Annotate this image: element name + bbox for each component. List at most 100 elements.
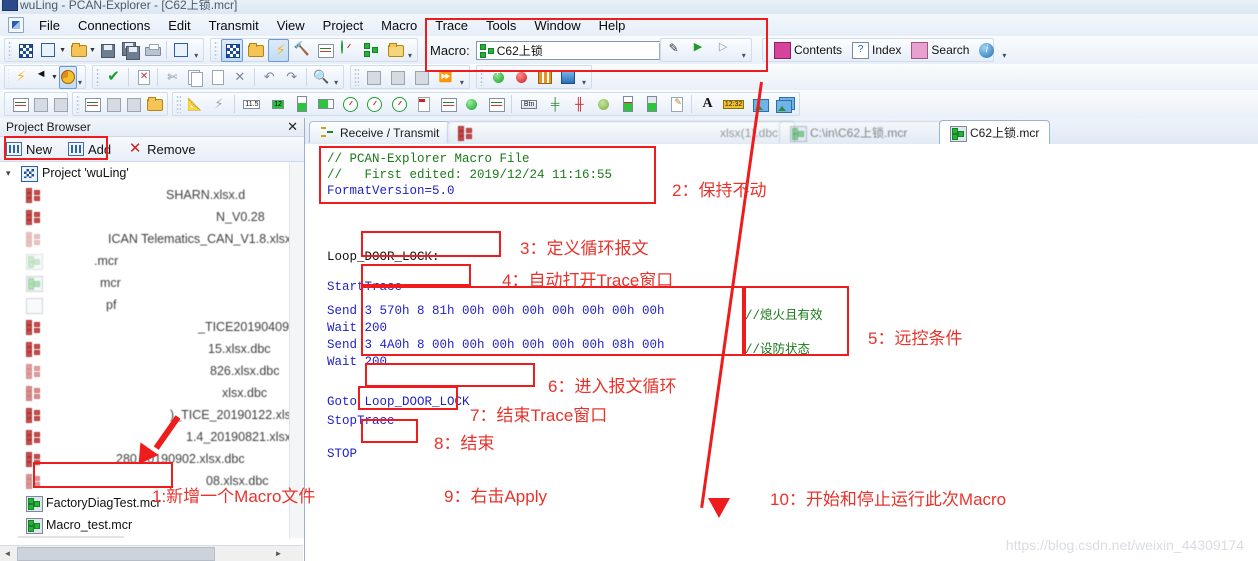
chart-line-icon[interactable]	[11, 93, 29, 116]
start-macro-icon[interactable]	[487, 66, 508, 89]
new-button[interactable]: New	[6, 142, 52, 157]
help-index-button[interactable]: ? Index	[852, 41, 901, 59]
redo-icon[interactable]: ↷	[281, 66, 302, 89]
chart-grid-icon[interactable]	[51, 93, 69, 116]
print-icon[interactable]	[142, 39, 162, 62]
build-icon[interactable]: 🔨	[291, 39, 312, 62]
plot-scatter2-icon[interactable]	[103, 93, 122, 116]
list-item[interactable]: pf	[18, 294, 116, 316]
thermometer-icon[interactable]	[617, 93, 639, 116]
toolbar-overflow-chevron[interactable]: ▾	[739, 40, 748, 60]
button-icon[interactable]: Btn	[516, 93, 542, 116]
transmit-icon[interactable]: ⚡	[267, 38, 290, 62]
step-back-icon[interactable]: ◄	[32, 66, 50, 89]
text-label-icon[interactable]: A	[696, 93, 718, 116]
menu-item-file[interactable]: File	[30, 16, 69, 35]
open-dropdown-icon[interactable]: ▼	[89, 40, 97, 61]
gauge3-icon[interactable]	[388, 93, 410, 116]
application-menu-icon[interactable]	[8, 17, 24, 33]
menu-item-project[interactable]: Project	[314, 16, 372, 35]
connections-icon[interactable]	[221, 38, 243, 62]
bolt2-icon[interactable]: ⚡	[208, 93, 230, 116]
add-button[interactable]: Add	[68, 142, 111, 157]
bit-field2-icon[interactable]: ╫	[568, 93, 590, 116]
lightning-icon[interactable]: ⚡	[12, 66, 30, 89]
led-icon[interactable]	[461, 93, 483, 116]
toolbar-overflow-chevron[interactable]: ▾	[1002, 40, 1006, 60]
menu-item-window[interactable]: Window	[525, 16, 589, 35]
cancel-icon[interactable]: ✕	[133, 66, 154, 89]
tree-item-factorydiagtest[interactable]: FactoryDiagTest.mcr	[18, 492, 161, 514]
symbols-icon[interactable]	[337, 39, 358, 62]
picture-stack-icon[interactable]	[773, 93, 795, 116]
open-folder-icon[interactable]	[67, 39, 87, 62]
list-item[interactable]: .mcr	[18, 250, 118, 272]
step-chart-icon[interactable]	[485, 93, 507, 116]
apply-check-icon[interactable]: ✔	[103, 66, 124, 89]
menu-item-macro[interactable]: Macro	[372, 16, 426, 35]
new-window-icon[interactable]	[38, 39, 58, 62]
timer-icon[interactable]	[58, 65, 77, 89]
help-contents-button[interactable]: Contents	[774, 41, 842, 59]
help-search-button[interactable]: Search	[911, 41, 969, 59]
menu-item-view[interactable]: View	[268, 16, 314, 35]
meter-icon[interactable]	[437, 93, 459, 116]
scroll-right-icon[interactable]: ►	[271, 546, 286, 561]
macro-view-icon[interactable]	[361, 39, 382, 62]
new-window-dropdown-icon[interactable]: ▼	[59, 40, 67, 61]
plot-grid2-icon[interactable]	[124, 93, 143, 116]
list-item[interactable]: 826.xlsx.dbc	[18, 360, 279, 382]
close-icon[interactable]: ✕	[287, 119, 298, 135]
flag-message-icon[interactable]	[386, 66, 408, 89]
toolbar-grip[interactable]	[176, 95, 181, 113]
toolbar-overflow-chevron[interactable]: ▾	[193, 40, 201, 60]
toolbar-grip[interactable]	[480, 68, 485, 86]
list-item[interactable]: )_TICE_20190122.xlsx.dbc	[18, 404, 303, 426]
tree-item-project[interactable]: ▾ Project 'wuLing'	[0, 162, 129, 184]
plot-open-icon[interactable]	[144, 93, 163, 116]
list-item[interactable]: xlsx.dbc	[18, 382, 267, 404]
apply-macro-icon[interactable]: ▷	[715, 39, 738, 62]
cut-icon[interactable]: ✄	[162, 66, 183, 89]
list-item[interactable]: N_V0.28	[18, 206, 265, 228]
toolbar-grip[interactable]	[8, 68, 10, 86]
gauge1-icon[interactable]	[340, 93, 362, 116]
check-message-icon[interactable]	[410, 66, 432, 89]
toolbar-grip[interactable]	[354, 68, 359, 86]
scroll-left-icon[interactable]: ◄	[0, 546, 15, 561]
properties-icon[interactable]	[171, 39, 191, 62]
chart-scatter-icon[interactable]	[31, 93, 49, 116]
toolbar-overflow-chevron[interactable]: ▾	[458, 67, 466, 87]
pause-macro-icon[interactable]	[534, 66, 555, 89]
about-info-button[interactable]: i	[979, 42, 997, 58]
save-icon[interactable]	[97, 39, 117, 62]
menu-item-transmit[interactable]: Transmit	[200, 16, 268, 35]
plot-multi-icon[interactable]	[83, 93, 102, 116]
list-item[interactable]: SHARN.xlsx.d	[18, 184, 245, 206]
tree-horizontal-scrollbar[interactable]: ◄ ►	[0, 545, 303, 561]
list-item[interactable]: 15.xlsx.dbc	[18, 338, 271, 360]
menu-item-edit[interactable]: Edit	[159, 16, 199, 35]
copy-icon[interactable]	[185, 66, 206, 89]
menu-item-help[interactable]: Help	[590, 16, 635, 35]
find-icon[interactable]: 🔍	[311, 66, 332, 89]
toolbar-grip[interactable]	[214, 41, 219, 59]
tab-c62-lock-active[interactable]: C62上锁.mcr	[939, 120, 1051, 144]
delete-icon[interactable]: ✕	[230, 66, 251, 89]
project-browser-icon[interactable]	[245, 39, 266, 62]
toolbar-grip[interactable]	[8, 41, 13, 59]
menu-item-tools[interactable]: Tools	[477, 16, 525, 35]
run-macro-icon[interactable]: ▶	[690, 39, 713, 62]
list-item[interactable]: mcr	[18, 272, 121, 294]
numeric-display-icon[interactable]: 11.5	[239, 93, 265, 116]
stop-all-icon[interactable]	[558, 66, 579, 89]
bit-field-icon[interactable]: ╪	[544, 93, 566, 116]
save-all-icon[interactable]	[120, 39, 140, 62]
edit-box-icon[interactable]: ✎	[665, 93, 687, 116]
ruler-icon[interactable]: 📐	[184, 93, 206, 116]
menu-item-connections[interactable]: Connections	[69, 16, 159, 35]
scrollbar-thumb[interactable]	[17, 546, 215, 561]
lamp-icon[interactable]	[593, 93, 615, 116]
edit-macro-icon[interactable]: ✎	[665, 39, 688, 62]
list-item[interactable]: ICAN Telematics_CAN_V1.8.xlsx.	[18, 228, 295, 250]
